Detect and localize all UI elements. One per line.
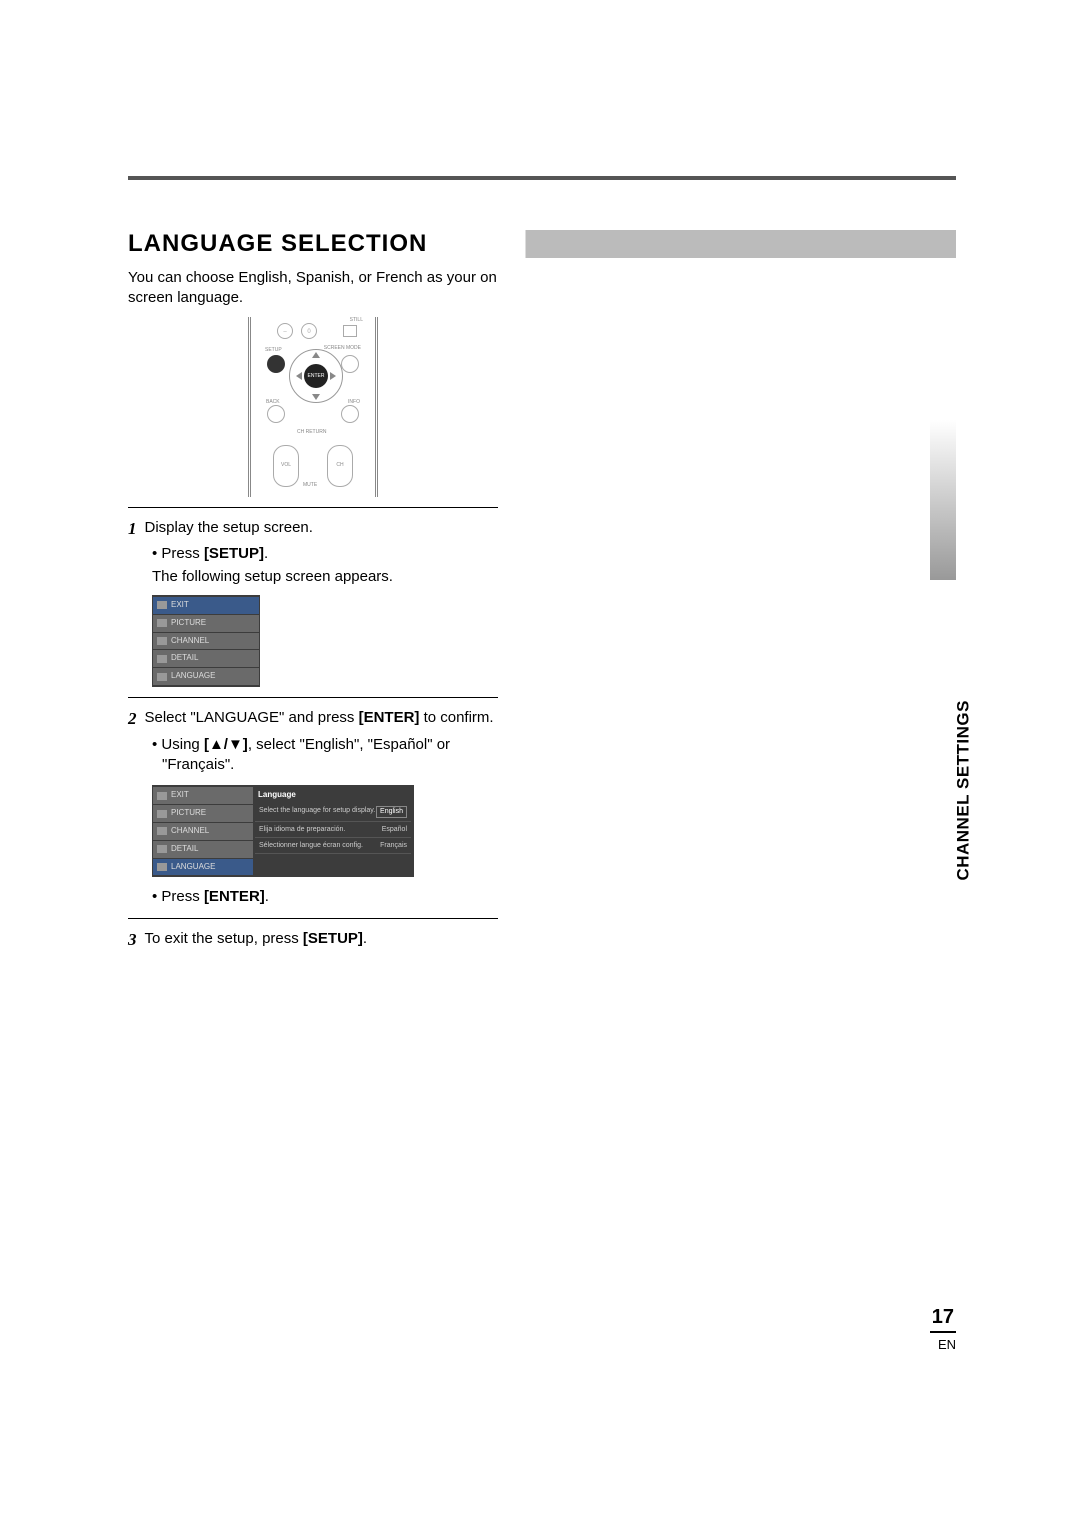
step-3: 3 To exit the setup, press [SETUP]. bbox=[128, 929, 498, 952]
step-1: 1 Display the setup screen. bbox=[128, 518, 498, 541]
divider bbox=[128, 507, 498, 508]
content-column: You can choose English, Spanish, or Fren… bbox=[128, 268, 498, 952]
menu-item-channel: CHANNEL bbox=[153, 823, 253, 840]
exit-icon bbox=[157, 601, 167, 609]
language-panel-header: Language bbox=[255, 788, 411, 803]
remote-return-label: CH RETURN bbox=[297, 429, 326, 436]
menu-left-column: EXIT PICTURE CHANNEL DETAIL LANGUAGE bbox=[153, 786, 253, 876]
step-number: 1 bbox=[128, 518, 137, 541]
menu-item-channel: CHANNEL bbox=[153, 633, 259, 650]
remote-back-button bbox=[267, 405, 285, 423]
remote-setup-button bbox=[267, 355, 285, 373]
menu-item-picture: PICTURE bbox=[153, 615, 259, 632]
detail-icon bbox=[157, 655, 167, 663]
menu-item-exit: EXIT bbox=[153, 787, 253, 804]
menu-item-detail: DETAIL bbox=[153, 650, 259, 667]
step-2-press-enter: Press [ENTER]. bbox=[152, 887, 498, 907]
remote-still-button bbox=[343, 325, 357, 337]
down-arrow-icon bbox=[312, 394, 320, 400]
step-2-text: Select "LANGUAGE" and press [ENTER] to c… bbox=[145, 708, 494, 731]
menu-right-panel: Language Select the language for setup d… bbox=[253, 786, 413, 876]
channel-icon bbox=[157, 827, 167, 835]
step-1-text: Display the setup screen. bbox=[145, 518, 313, 541]
picture-icon bbox=[157, 619, 167, 627]
remote-dash-button: – bbox=[277, 323, 293, 339]
left-arrow-icon bbox=[292, 372, 302, 380]
remote-setup-label: SETUP bbox=[265, 347, 282, 354]
remote-zero-button: 0 bbox=[301, 323, 317, 339]
side-tab-gradient bbox=[930, 420, 956, 580]
up-arrow-icon bbox=[312, 352, 320, 358]
remote-mute-label: MUTE bbox=[303, 482, 317, 489]
page-language-code: EN bbox=[930, 1337, 956, 1352]
remote-ch-rocker: CH bbox=[327, 445, 353, 487]
language-row-english: Select the language for setup display. E… bbox=[255, 803, 411, 821]
side-tab-label: CHANNEL SETTINGS bbox=[954, 700, 974, 881]
language-icon bbox=[157, 673, 167, 681]
remote-illustration: – 0 STILL SETUP SCREEN MODE ENTER BACK I… bbox=[248, 317, 378, 497]
step-number: 2 bbox=[128, 708, 137, 731]
detail-icon bbox=[157, 845, 167, 853]
language-row-francais: Sélectionner langue écran config. França… bbox=[255, 838, 411, 854]
intro-text: You can choose English, Spanish, or Fren… bbox=[128, 268, 498, 309]
divider bbox=[128, 918, 498, 919]
step-1-bullet: Press [SETUP]. The following setup scree… bbox=[152, 544, 498, 587]
menu-item-detail: DETAIL bbox=[153, 841, 253, 858]
remote-dpad: ENTER bbox=[289, 349, 343, 403]
step-2: 2 Select "LANGUAGE" and press [ENTER] to… bbox=[128, 708, 498, 731]
divider bbox=[128, 697, 498, 698]
page-number: 17 bbox=[930, 1306, 956, 1333]
remote-info-button bbox=[341, 405, 359, 423]
page-frame: LANGUAGE SELECTION You can choose Englis… bbox=[128, 176, 956, 1376]
menu-item-picture: PICTURE bbox=[153, 805, 253, 822]
remote-vol-rocker: VOL bbox=[273, 445, 299, 487]
remote-screen-button bbox=[341, 355, 359, 373]
side-section-tab: CHANNEL SETTINGS bbox=[916, 420, 956, 700]
step-number: 3 bbox=[128, 929, 137, 952]
menu-item-exit: EXIT bbox=[153, 597, 259, 614]
remote-still-label: STILL bbox=[350, 317, 363, 324]
remote-enter-button: ENTER bbox=[304, 364, 328, 388]
setup-menu-screenshot: EXIT PICTURE CHANNEL DETAIL LANGUAGE bbox=[152, 595, 260, 687]
menu-item-language: LANGUAGE bbox=[153, 668, 259, 685]
language-row-espanol: Elija idioma de preparación. Español bbox=[255, 822, 411, 838]
step-3-text: To exit the setup, press [SETUP]. bbox=[145, 929, 368, 952]
picture-icon bbox=[157, 810, 167, 818]
step-2-bullet: Using [▲/▼], select "English", "Español"… bbox=[152, 735, 498, 776]
channel-icon bbox=[157, 637, 167, 645]
menu-item-language: LANGUAGE bbox=[153, 859, 253, 876]
page-footer: 17 EN bbox=[930, 1306, 956, 1352]
section-title: LANGUAGE SELECTION bbox=[128, 230, 956, 258]
exit-icon bbox=[157, 792, 167, 800]
right-arrow-icon bbox=[330, 372, 340, 380]
step-1-sub: The following setup screen appears. bbox=[162, 567, 393, 587]
language-menu-screenshot: EXIT PICTURE CHANNEL DETAIL LANGUAGE Lan… bbox=[152, 785, 414, 877]
language-icon bbox=[157, 863, 167, 871]
